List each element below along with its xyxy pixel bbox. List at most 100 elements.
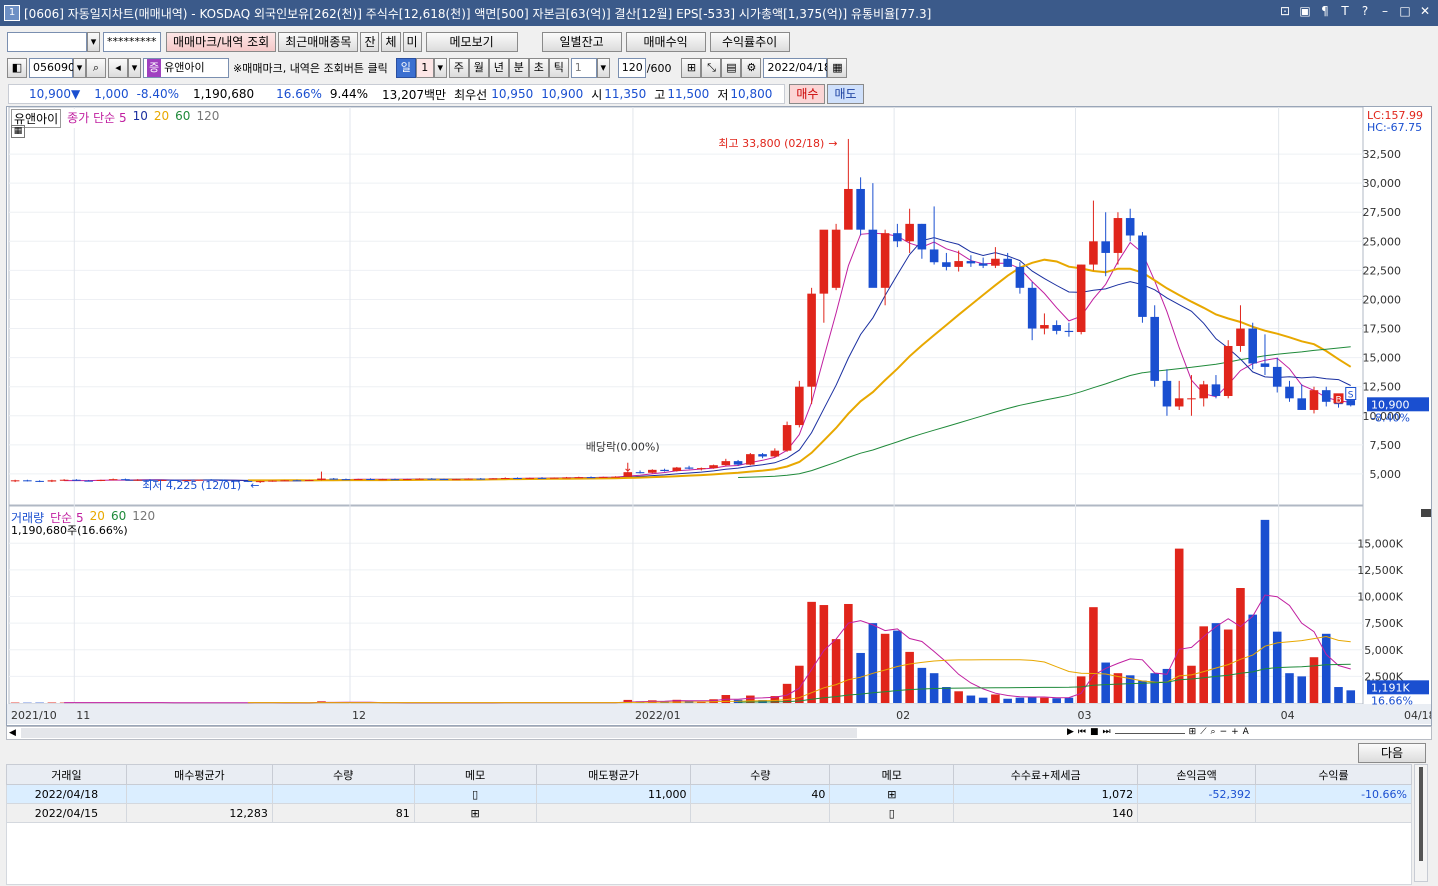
link-icon[interactable]: ⊡ [1278, 4, 1292, 18]
forward-icon[interactable]: ⏭ [1103, 727, 1111, 737]
help-icon[interactable]: ? [1358, 4, 1372, 18]
return-trend-button[interactable]: 수익률추이 [709, 32, 790, 52]
col-sell-avg[interactable]: 매도평균가 [535, 764, 692, 785]
scroll-thumb[interactable] [21, 728, 857, 738]
unfilled-button[interactable]: 미 [402, 32, 422, 52]
period-multiplier[interactable]: 1 [415, 58, 434, 78]
date-tick-label: 02 [896, 709, 910, 722]
speaker-dropdown[interactable]: ▾ [128, 58, 141, 78]
rewind-icon[interactable]: ⏮ [1078, 727, 1086, 737]
zoom-slider[interactable] [1114, 727, 1185, 734]
volume-bar [1199, 626, 1208, 703]
maximize-icon[interactable]: □ [1398, 4, 1412, 18]
sell-button[interactable]: 매도 [827, 84, 864, 104]
layout-icon[interactable]: ◧ [7, 58, 27, 78]
table-scroll-thumb[interactable] [1419, 767, 1423, 861]
account-input[interactable] [7, 32, 87, 52]
candle-body [525, 477, 535, 479]
trade-profit-button[interactable]: 매매수익 [625, 32, 706, 52]
price-tick-label: 5,000 [1370, 468, 1402, 481]
col-sell-memo[interactable]: 메모 [829, 764, 955, 785]
password-input[interactable]: ********* [103, 32, 161, 52]
table-vscroll[interactable] [1414, 764, 1428, 882]
tick-dropdown[interactable]: ▾ [596, 58, 610, 78]
plus-icon[interactable]: + [1231, 727, 1239, 737]
col-return-rate[interactable]: 수익률 [1255, 764, 1412, 785]
text-icon[interactable]: T [1338, 4, 1352, 18]
period-minute-tab[interactable]: 분 [508, 58, 529, 78]
chart-panel[interactable]: 32,500 30,000 27,500 25,000 22,500 20,000 17,5… [6, 106, 1436, 726]
search-icon[interactable]: ⌕ [86, 58, 106, 78]
period-week-tab[interactable]: 주 [448, 58, 469, 78]
col-trade-date[interactable]: 거래일 [6, 764, 127, 785]
close-icon[interactable]: ✕ [1418, 4, 1432, 18]
save-icon[interactable]: ▤ [721, 58, 742, 78]
period-year-tab[interactable]: 년 [488, 58, 509, 78]
hint-text: ※매매마크, 내역은 조회버튼 클릭 [233, 62, 388, 75]
font-icon[interactable]: A [1243, 727, 1249, 737]
speaker-icon[interactable]: ◂ [108, 58, 128, 78]
candle-body [1089, 241, 1098, 265]
period-month-tab[interactable]: 월 [468, 58, 489, 78]
table-icon[interactable]: ▦ [11, 125, 25, 138]
memo-add-icon[interactable]: ⊞ [829, 784, 955, 804]
volume-bar [917, 667, 927, 703]
candle-body [966, 261, 976, 264]
daily-balance-button[interactable]: 일별잔고 [541, 32, 622, 52]
sell-marker-label: S [1348, 391, 1354, 401]
collapse-pane-icon[interactable] [1421, 509, 1431, 517]
candle-body [341, 479, 351, 481]
stop-icon[interactable]: ■ [1090, 727, 1099, 737]
scroll-left-icon[interactable]: ◀ [9, 728, 16, 738]
candle-body [1040, 325, 1049, 329]
crosshair-icon[interactable]: ⊞ [1189, 727, 1197, 737]
minimize-icon[interactable]: – [1378, 4, 1392, 18]
zoom-in-icon[interactable]: ⌕ [1211, 727, 1216, 737]
col-profit[interactable]: 손익금액 [1137, 764, 1257, 785]
calendar-icon[interactable]: ▦ [827, 58, 848, 78]
recent-trades-button[interactable]: 최근매매종목 [278, 32, 359, 52]
memo-view-button[interactable]: 메모보기 [425, 32, 518, 52]
stock-code-input[interactable]: 056090 [29, 58, 75, 78]
data-count-input[interactable]: 120 [617, 58, 646, 78]
period-dropdown[interactable]: ▾ [433, 58, 447, 78]
scroll-right-icon[interactable]: ▶ [1067, 727, 1074, 737]
memo-icon[interactable]: ▯ [413, 784, 537, 804]
line-icon[interactable]: ⟋ [1200, 727, 1206, 737]
legend-ma120: 120 [196, 109, 220, 123]
date-axis [7, 704, 1431, 724]
table-row[interactable]: 2022/04/15 12,283 81 ⊞ ▯ 140 [6, 803, 1412, 823]
zoom-out-icon[interactable]: − [1220, 727, 1228, 737]
volume-bar [1052, 698, 1061, 703]
col-buy-memo[interactable]: 메모 [413, 764, 537, 785]
capture-icon[interactable]: ▣ [1298, 4, 1312, 18]
executed-button[interactable]: 체 [381, 32, 401, 52]
balance-button[interactable]: 잔 [360, 32, 380, 52]
pin-icon[interactable]: ¶ [1318, 4, 1332, 18]
table-row[interactable]: 2022/04/18 ▯ 11,000 40 ⊞ 1,072 -52,392 -… [6, 784, 1412, 804]
col-buy-qty[interactable]: 수량 [271, 764, 415, 785]
col-sell-qty[interactable]: 수량 [690, 764, 831, 785]
candle-body [121, 479, 130, 481]
code-dropdown[interactable]: ▾ [73, 58, 86, 78]
indicator-icon[interactable]: ⊞ [681, 58, 702, 78]
next-button[interactable]: 다음 [1358, 743, 1426, 763]
period-tick-tab[interactable]: 틱 [548, 58, 569, 78]
account-dropdown[interactable]: ▾ [87, 32, 100, 52]
trade-mark-query-button[interactable]: 매매마크/내역 조회 [166, 32, 277, 52]
col-buy-avg[interactable]: 매수평균가 [125, 764, 273, 785]
col-fee-tax[interactable]: 수수료+제세금 [953, 764, 1139, 785]
gear-icon[interactable]: ⚙ [741, 58, 762, 78]
memo-add-icon[interactable]: ⊞ [413, 803, 537, 823]
buy-button[interactable]: 매수 [789, 84, 826, 104]
tool-icon[interactable]: ⤡ [701, 58, 722, 78]
chart-svg[interactable]: 32,500 30,000 27,500 25,000 22,500 20,000 17,5… [7, 106, 1436, 725]
date-input[interactable]: 2022/04/18 [763, 58, 831, 78]
chart-scrollbar[interactable]: ◀ ▶ ⏮ ■ ⏭ ⊞ ⟋ ⌕ − + A [6, 726, 1432, 740]
period-second-tab[interactable]: 초 [528, 58, 549, 78]
memo-icon[interactable]: ▯ [829, 803, 955, 823]
candle-body [574, 477, 584, 479]
period-day-tab[interactable]: 일 [395, 58, 416, 78]
window-icon[interactable]: 1 [4, 5, 20, 21]
tick-unit-input[interactable]: 1 [570, 58, 597, 78]
